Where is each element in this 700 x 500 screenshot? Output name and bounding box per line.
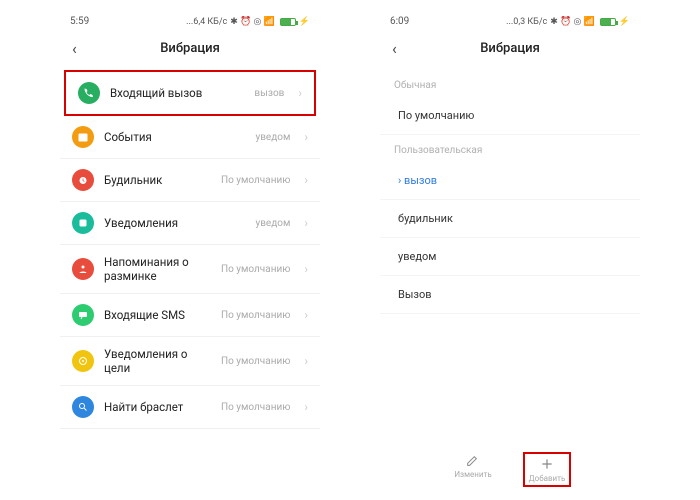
row-notifications[interactable]: Уведомления уведом ›: [60, 202, 320, 245]
person-icon: [72, 258, 94, 280]
bottom-bar: Изменить Добавить: [380, 444, 640, 497]
custom-option-0[interactable]: вызов: [380, 162, 640, 200]
chevron-right-icon: ›: [304, 400, 308, 414]
back-button[interactable]: ‹: [392, 39, 410, 58]
app-icon: [72, 212, 94, 234]
add-button[interactable]: Добавить: [523, 452, 571, 487]
row-value: По умолчанию: [221, 402, 290, 413]
row-stretch-reminder[interactable]: Напоминания о разминке По умолчанию ›: [60, 245, 320, 294]
row-label: Напоминания о разминке: [104, 255, 211, 283]
chevron-right-icon: ›: [304, 130, 308, 144]
calendar-icon: [72, 126, 94, 148]
battery-icon: [600, 18, 616, 26]
section-standard: Обычная: [380, 70, 640, 97]
custom-option-1[interactable]: будильник: [380, 200, 640, 238]
back-button[interactable]: ‹: [72, 39, 90, 58]
page-title: Вибрация: [90, 41, 290, 56]
row-alarm[interactable]: Будильник По умолчанию ›: [60, 159, 320, 202]
page-title: Вибрация: [410, 41, 610, 56]
row-label: Уведомления: [104, 216, 245, 230]
edit-icon: [465, 452, 481, 468]
row-value: вызов: [254, 88, 284, 99]
chevron-right-icon: ›: [298, 86, 302, 100]
add-label: Добавить: [529, 474, 566, 483]
status-net: ...0,3 КБ/с: [506, 17, 547, 27]
row-value: уведом: [255, 218, 290, 229]
status-net: ...6,4 КБ/с: [186, 17, 227, 27]
row-value: По умолчанию: [221, 310, 290, 321]
row-incoming-call[interactable]: Входящий вызов вызов ›: [64, 70, 316, 116]
row-label: Найти браслет: [104, 400, 211, 414]
chevron-right-icon: ›: [304, 262, 308, 276]
status-bar: 6:09 ...0,3 КБ/с ✱ ⏰ ◎ 📶 ⚡: [380, 12, 640, 29]
status-time: 5:59: [70, 16, 89, 27]
section-custom: Пользовательская: [380, 135, 640, 162]
row-incoming-sms[interactable]: Входящие SMS По умолчанию ›: [60, 294, 320, 337]
battery-icon: [280, 18, 296, 26]
row-label: Входящий вызов: [110, 86, 244, 100]
row-value: По умолчанию: [221, 356, 290, 367]
alarm-icon: [72, 169, 94, 191]
plus-icon: [539, 456, 555, 472]
phone-icon: [78, 82, 100, 104]
empty-space: [380, 314, 640, 444]
edit-label: Изменить: [454, 470, 491, 479]
charging-icon: ⚡: [299, 17, 310, 27]
custom-option-3[interactable]: Вызов: [380, 276, 640, 314]
row-value: По умолчанию: [221, 264, 290, 275]
edit-button[interactable]: Изменить: [449, 452, 497, 487]
option-default[interactable]: По умолчанию: [380, 97, 640, 135]
row-label: События: [104, 130, 245, 144]
status-bar: 5:59 ...6,4 КБ/с ✱ ⏰ ◎ 📶 ⚡: [60, 12, 320, 29]
row-events[interactable]: События уведом ›: [60, 116, 320, 159]
row-label: Будильник: [104, 173, 211, 187]
chevron-right-icon: ›: [304, 173, 308, 187]
row-value: По умолчанию: [221, 175, 290, 186]
screen-vibration-list: 5:59 ...6,4 КБ/с ✱ ⏰ ◎ 📶 ⚡ ‹ Вибрация Вх…: [60, 12, 320, 429]
status-time: 6:09: [390, 16, 409, 27]
charging-icon: ⚡: [619, 17, 630, 27]
row-label: Входящие SMS: [104, 308, 211, 322]
chevron-right-icon: ›: [304, 216, 308, 230]
title-bar: ‹ Вибрация: [380, 29, 640, 70]
goal-icon: [72, 350, 94, 372]
search-icon: [72, 396, 94, 418]
chevron-right-icon: ›: [304, 308, 308, 322]
screen-vibration-picker: 6:09 ...0,3 КБ/с ✱ ⏰ ◎ 📶 ⚡ ‹ Вибрация Об…: [380, 12, 640, 482]
row-goal-notif[interactable]: Уведомления о цели По умолчанию ›: [60, 337, 320, 386]
chevron-right-icon: ›: [304, 354, 308, 368]
row-find-band[interactable]: Найти браслет По умолчанию ›: [60, 386, 320, 429]
row-label: Уведомления о цели: [104, 347, 211, 375]
row-value: уведом: [255, 132, 290, 143]
status-icons: ✱ ⏰ ◎ 📶: [230, 17, 275, 27]
sms-icon: [72, 304, 94, 326]
title-bar: ‹ Вибрация: [60, 29, 320, 70]
status-icons: ✱ ⏰ ◎ 📶: [550, 17, 595, 27]
custom-option-2[interactable]: уведом: [380, 238, 640, 276]
